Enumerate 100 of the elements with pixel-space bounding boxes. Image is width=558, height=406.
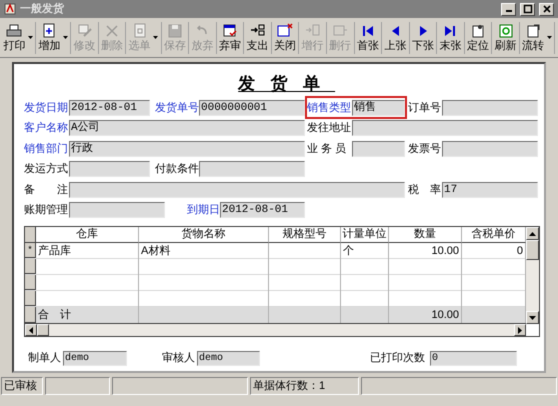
toolbar-button[interactable]: 流转 <box>520 20 546 56</box>
input-field[interactable] <box>352 140 405 157</box>
document-pin-icon <box>470 23 486 39</box>
scroll-right-button[interactable] <box>514 324 526 336</box>
row-header[interactable]: * <box>25 243 36 258</box>
toolbar-button[interactable]: 增加 <box>37 20 62 56</box>
row-header[interactable] <box>25 291 36 306</box>
input-field[interactable]: 0 <box>430 350 517 366</box>
field-label: 发货日期 <box>24 100 69 116</box>
input-field[interactable] <box>442 140 538 157</box>
scroll-up-button[interactable] <box>526 227 539 240</box>
toolbar-button[interactable]: 下张 <box>410 20 436 56</box>
input-field[interactable]: 销售 <box>352 100 405 116</box>
refresh-icon <box>498 23 514 39</box>
input-field[interactable] <box>442 100 538 116</box>
table-cell: 产品库 <box>36 243 139 259</box>
field-label: 发运方式 <box>24 162 69 177</box>
caret-icon <box>28 36 33 39</box>
field-label: 备 注 <box>24 182 69 198</box>
pencil-icon <box>76 23 93 39</box>
table-cell: 个 <box>341 243 389 259</box>
app-icon <box>4 3 16 15</box>
row-header[interactable] <box>25 259 36 274</box>
input-field[interactable]: A公司 <box>69 120 305 136</box>
scroll-thumb[interactable] <box>526 240 539 260</box>
status-bar-cell <box>45 377 110 395</box>
input-field[interactable]: 2012-08-01 <box>220 202 305 218</box>
input-field[interactable]: 17 <box>442 182 538 198</box>
field-label: 发往地址 <box>307 121 352 136</box>
input-field[interactable] <box>352 120 538 136</box>
scroll-thumb[interactable] <box>37 324 49 336</box>
window-close-icon <box>277 23 294 39</box>
input-field[interactable]: 2012-08-01 <box>69 100 150 116</box>
row-header[interactable] <box>25 307 36 323</box>
down-arrow-icon <box>529 316 536 320</box>
horizontal-scrollbar[interactable] <box>25 324 526 336</box>
up-arrow-icon <box>529 232 536 236</box>
status-bar-cell: 单据体行数：1 <box>250 377 359 395</box>
close-icon <box>540 3 552 15</box>
field-label: 制单人 <box>28 351 62 366</box>
left-arrow-icon <box>29 326 33 334</box>
minimize-icon <box>504 8 512 12</box>
input-field[interactable] <box>69 182 405 198</box>
close-button[interactable] <box>539 2 554 16</box>
input-field[interactable] <box>199 161 305 178</box>
toolbar-button[interactable]: 定位 <box>466 20 490 56</box>
input-field[interactable]: 0000000001 <box>199 100 305 116</box>
row-header[interactable] <box>25 275 36 290</box>
input-field[interactable]: 行政 <box>69 140 305 157</box>
scroll-left-button[interactable] <box>25 324 37 336</box>
form-title: 发货单 <box>236 76 336 93</box>
column-header[interactable]: 计量单位 <box>341 227 389 243</box>
vertical-scrollbar[interactable] <box>526 227 539 324</box>
window-title: 一般发货 <box>20 2 65 17</box>
maximize-icon <box>522 3 534 15</box>
row-header[interactable] <box>25 227 36 243</box>
input-field[interactable]: demo <box>63 350 127 366</box>
toolbar-button[interactable]: 刷新 <box>493 20 518 56</box>
field-label: 到期日 <box>187 203 220 218</box>
toolbar-button[interactable]: 弃审 <box>218 20 242 56</box>
column-header[interactable]: 货物名称 <box>139 227 269 243</box>
column-header[interactable]: 规格型号 <box>269 227 341 243</box>
field-label: 付款条件 <box>155 162 199 177</box>
scroll-down-button[interactable] <box>526 311 539 324</box>
table-cell: A材料 <box>139 243 269 259</box>
document-icon <box>132 23 148 39</box>
input-field[interactable] <box>69 202 165 218</box>
field-label: 业 务 员 <box>307 142 348 156</box>
minimize-button[interactable] <box>501 2 516 16</box>
field-label: 税 率 <box>408 182 442 198</box>
toolbar-button[interactable]: 上张 <box>383 20 408 56</box>
field-label: 发货单号 <box>155 100 199 116</box>
input-field[interactable]: demo <box>197 350 260 366</box>
field-label: 订单号 <box>408 100 442 116</box>
column-header[interactable]: 含税单价 <box>462 227 526 243</box>
toolbar-button[interactable]: 支出 <box>245 20 270 56</box>
caret-icon <box>546 36 552 39</box>
table-cell: 10.00 <box>389 243 462 259</box>
toolbar-button[interactable]: 首张 <box>355 20 380 56</box>
toolbar-button[interactable]: 打印 <box>2 20 27 56</box>
field-label: 销售类型 <box>307 100 352 116</box>
field-label: 账期管理 <box>24 203 69 218</box>
field-label: 审核人 <box>162 350 196 366</box>
column-header[interactable]: 仓库 <box>36 227 139 243</box>
field-label: 已打印次数 <box>370 351 426 366</box>
column-header[interactable]: 数量 <box>389 227 462 243</box>
field-label: 客户名称 <box>24 120 69 136</box>
toolbar-button[interactable]: 关闭 <box>272 20 298 56</box>
input-field[interactable] <box>69 161 150 178</box>
table-cell: 10.00 <box>389 307 462 323</box>
toolbar-button[interactable]: 末张 <box>438 20 463 56</box>
document-check-icon <box>222 23 238 39</box>
caret-icon <box>63 36 68 39</box>
total-label: 合 计 <box>36 307 139 323</box>
field-label: 发票号 <box>408 142 442 156</box>
caret-icon <box>153 36 158 39</box>
right-arrow-icon <box>518 326 522 334</box>
field-label: 销售部门 <box>24 142 69 156</box>
maximize-button[interactable] <box>520 2 535 16</box>
cross-icon <box>104 23 120 39</box>
